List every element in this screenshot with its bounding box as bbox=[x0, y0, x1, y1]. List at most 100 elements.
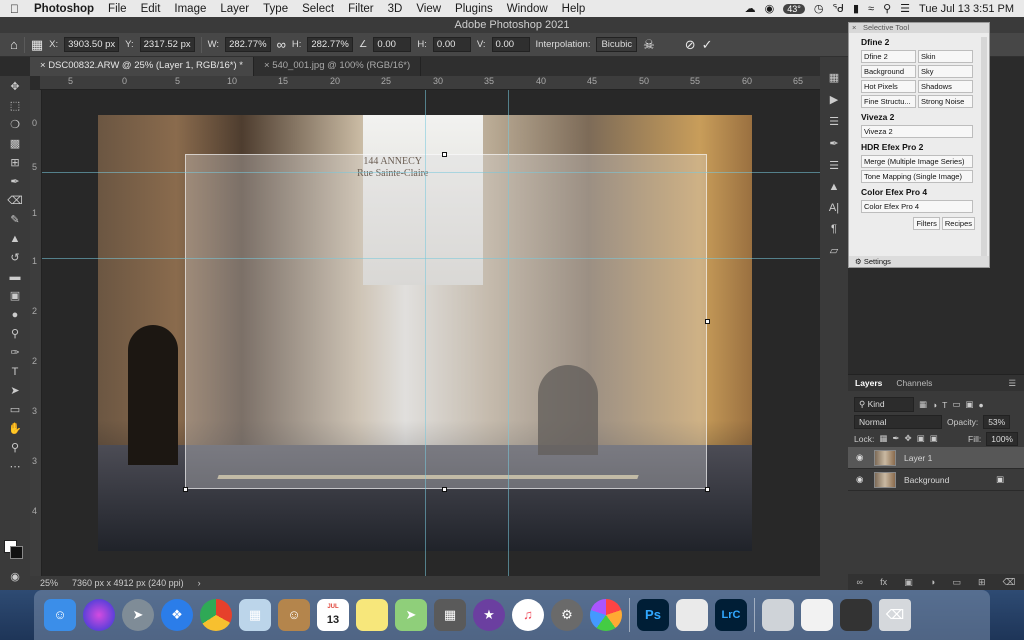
eye-icon[interactable]: ◉ bbox=[856, 474, 866, 485]
link-layers-icon[interactable]: ∞ bbox=[857, 577, 863, 587]
marquee-tool-icon[interactable]: ⬚ bbox=[6, 99, 24, 114]
siri-icon[interactable] bbox=[83, 599, 115, 631]
tab-recipes[interactable]: Recipes bbox=[941, 217, 975, 230]
guide-line[interactable] bbox=[508, 90, 509, 576]
menu-plugins[interactable]: Plugins bbox=[448, 3, 500, 15]
lasso-tool-icon[interactable]: ❍ bbox=[6, 118, 24, 133]
brush-tool-icon[interactable]: ✎ bbox=[6, 213, 24, 228]
menu-image[interactable]: Image bbox=[167, 3, 213, 15]
layer-row[interactable]: ◉ Layer 1 bbox=[848, 447, 1024, 469]
launchpad-icon[interactable]: ➤ bbox=[122, 599, 154, 631]
folder-stack-icon[interactable] bbox=[762, 599, 794, 631]
menu-select[interactable]: Select bbox=[295, 3, 341, 15]
tab-layers[interactable]: Layers bbox=[855, 378, 882, 388]
panel-menu-icon[interactable]: ☰ bbox=[1008, 378, 1016, 389]
eye-icon[interactable]: ◉ bbox=[856, 452, 866, 463]
adjustments-icon[interactable]: ☰ bbox=[829, 115, 839, 128]
menu-layer[interactable]: Layer bbox=[213, 3, 256, 15]
tab-filters[interactable]: Filters bbox=[913, 217, 940, 230]
eraser-tool-icon[interactable]: ▬ bbox=[6, 270, 24, 285]
reference-point-icon[interactable]: ▦ bbox=[31, 37, 43, 53]
character-icon[interactable]: A| bbox=[829, 202, 839, 214]
control-center-icon[interactable]: ☰ bbox=[900, 2, 910, 15]
brush-settings-icon[interactable]: ✒ bbox=[829, 137, 838, 150]
search-icon[interactable]: ⚲ bbox=[883, 2, 891, 15]
skin-button[interactable]: Skin bbox=[918, 50, 973, 63]
vskew-field[interactable]: 0.00 bbox=[491, 37, 530, 52]
color-efex-pro-button[interactable]: Color Efex Pro 4 bbox=[861, 200, 973, 213]
filter-adjustment-icon[interactable]: ◑ bbox=[932, 400, 937, 410]
blend-mode-select[interactable]: Normal bbox=[854, 414, 942, 429]
hskew-field[interactable]: 0.00 bbox=[432, 37, 471, 52]
document-info[interactable]: 7360 px x 4912 px (240 ppi) bbox=[72, 578, 184, 588]
filter-toggle-icon[interactable]: ● bbox=[978, 400, 983, 410]
lock-icon[interactable]: ▣ bbox=[996, 474, 1004, 485]
zoom-level[interactable]: 25% bbox=[40, 578, 58, 588]
bluetooth-icon[interactable]: ᖁ bbox=[832, 2, 844, 15]
lock-transparent-icon[interactable]: ▦ bbox=[879, 433, 887, 444]
menu-filter[interactable]: Filter bbox=[341, 3, 381, 15]
calendar-icon[interactable]: JUL 13 bbox=[317, 599, 349, 631]
music-icon[interactable]: ♫ bbox=[512, 599, 544, 631]
layer-name[interactable]: Background bbox=[904, 475, 949, 485]
menu-window[interactable]: Window bbox=[500, 3, 555, 15]
quick-mask-icon[interactable]: ◉ bbox=[6, 570, 24, 585]
wifi-icon[interactable]: ≈ bbox=[868, 3, 874, 15]
new-group-icon[interactable]: ▭ bbox=[952, 577, 961, 588]
type-tool-icon[interactable]: T bbox=[6, 365, 24, 380]
scrollbar[interactable] bbox=[981, 37, 987, 257]
filter-type-icon[interactable]: T bbox=[942, 400, 947, 410]
clock-icon[interactable]: ◷ bbox=[814, 2, 824, 15]
menu-edit[interactable]: Edit bbox=[134, 3, 168, 15]
close-icon[interactable]: × bbox=[852, 23, 856, 33]
filter-pixel-icon[interactable]: ▦ bbox=[919, 399, 927, 410]
lock-artboard-icon[interactable]: ▣ bbox=[917, 433, 925, 444]
hdr-tone-mapping-button[interactable]: Tone Mapping (Single Image) bbox=[861, 170, 973, 183]
adjustment-layer-icon[interactable]: ◑ bbox=[930, 577, 935, 587]
menu-type[interactable]: Type bbox=[256, 3, 295, 15]
menu-file[interactable]: File bbox=[101, 3, 134, 15]
add-mask-icon[interactable]: ▣ bbox=[904, 577, 913, 588]
home-icon[interactable]: ⌂ bbox=[10, 37, 18, 52]
move-tool-icon[interactable]: ✥ bbox=[6, 80, 24, 95]
play-actions-icon[interactable]: ▶ bbox=[830, 93, 838, 106]
rectangle-tool-icon[interactable]: ▭ bbox=[6, 403, 24, 418]
link-icon[interactable]: ∞ bbox=[277, 37, 286, 52]
settings-button[interactable]: ⚙ Settings bbox=[849, 256, 989, 267]
tab-540-001[interactable]: × 540_001.jpg @ 100% (RGB/16*) bbox=[254, 57, 422, 76]
tab-channels[interactable]: Channels bbox=[896, 378, 932, 388]
history-brush-icon[interactable]: ↺ bbox=[6, 251, 24, 266]
temperature-badge[interactable]: 43° bbox=[783, 3, 805, 14]
zoom-tool-icon[interactable]: ⚲ bbox=[6, 441, 24, 456]
dodge-tool-icon[interactable]: ⚲ bbox=[6, 327, 24, 342]
object-select-tool-icon[interactable]: ▩ bbox=[6, 137, 24, 152]
new-layer-icon[interactable]: ⊞ bbox=[978, 577, 986, 588]
lightroom-classic-icon[interactable]: LrC bbox=[715, 599, 747, 631]
transform-handle[interactable] bbox=[705, 487, 710, 492]
eyedropper-tool-icon[interactable]: ✒ bbox=[6, 175, 24, 190]
interpolation-select[interactable]: Bicubic bbox=[596, 37, 638, 52]
opacity-field[interactable]: 53% bbox=[983, 414, 1011, 429]
finder-icon[interactable]: ☺ bbox=[44, 599, 76, 631]
chrome-icon[interactable] bbox=[200, 599, 232, 631]
preview-icon[interactable]: ▦ bbox=[239, 599, 271, 631]
delete-layer-icon[interactable]: ⌫ bbox=[1003, 577, 1016, 588]
selective-tool-header[interactable]: × Selective Tool bbox=[849, 23, 989, 33]
strong-noise-button[interactable]: Strong Noise bbox=[918, 95, 973, 108]
hdr-merge-button[interactable]: Merge (Multiple Image Series) bbox=[861, 155, 973, 168]
close-icon[interactable]: × bbox=[264, 60, 272, 71]
maps-icon[interactable]: ➤ bbox=[395, 599, 427, 631]
transform-handle[interactable] bbox=[705, 319, 710, 324]
menu-3d[interactable]: 3D bbox=[381, 3, 410, 15]
guide-line[interactable] bbox=[425, 90, 426, 576]
menu-view[interactable]: View bbox=[409, 3, 448, 15]
apple-icon[interactable]:  bbox=[10, 2, 26, 16]
transform-layer-overlay[interactable] bbox=[185, 154, 707, 489]
hot-pixels-button[interactable]: Hot Pixels bbox=[861, 80, 916, 93]
warp-icon[interactable]: ☠ bbox=[643, 37, 655, 53]
fx-icon[interactable]: fx bbox=[880, 577, 887, 587]
healing-brush-icon[interactable]: ⌫ bbox=[6, 194, 24, 209]
transform-handle[interactable] bbox=[442, 152, 447, 157]
sky-button[interactable]: Sky bbox=[918, 65, 973, 78]
chevron-right-icon[interactable]: › bbox=[198, 578, 201, 588]
